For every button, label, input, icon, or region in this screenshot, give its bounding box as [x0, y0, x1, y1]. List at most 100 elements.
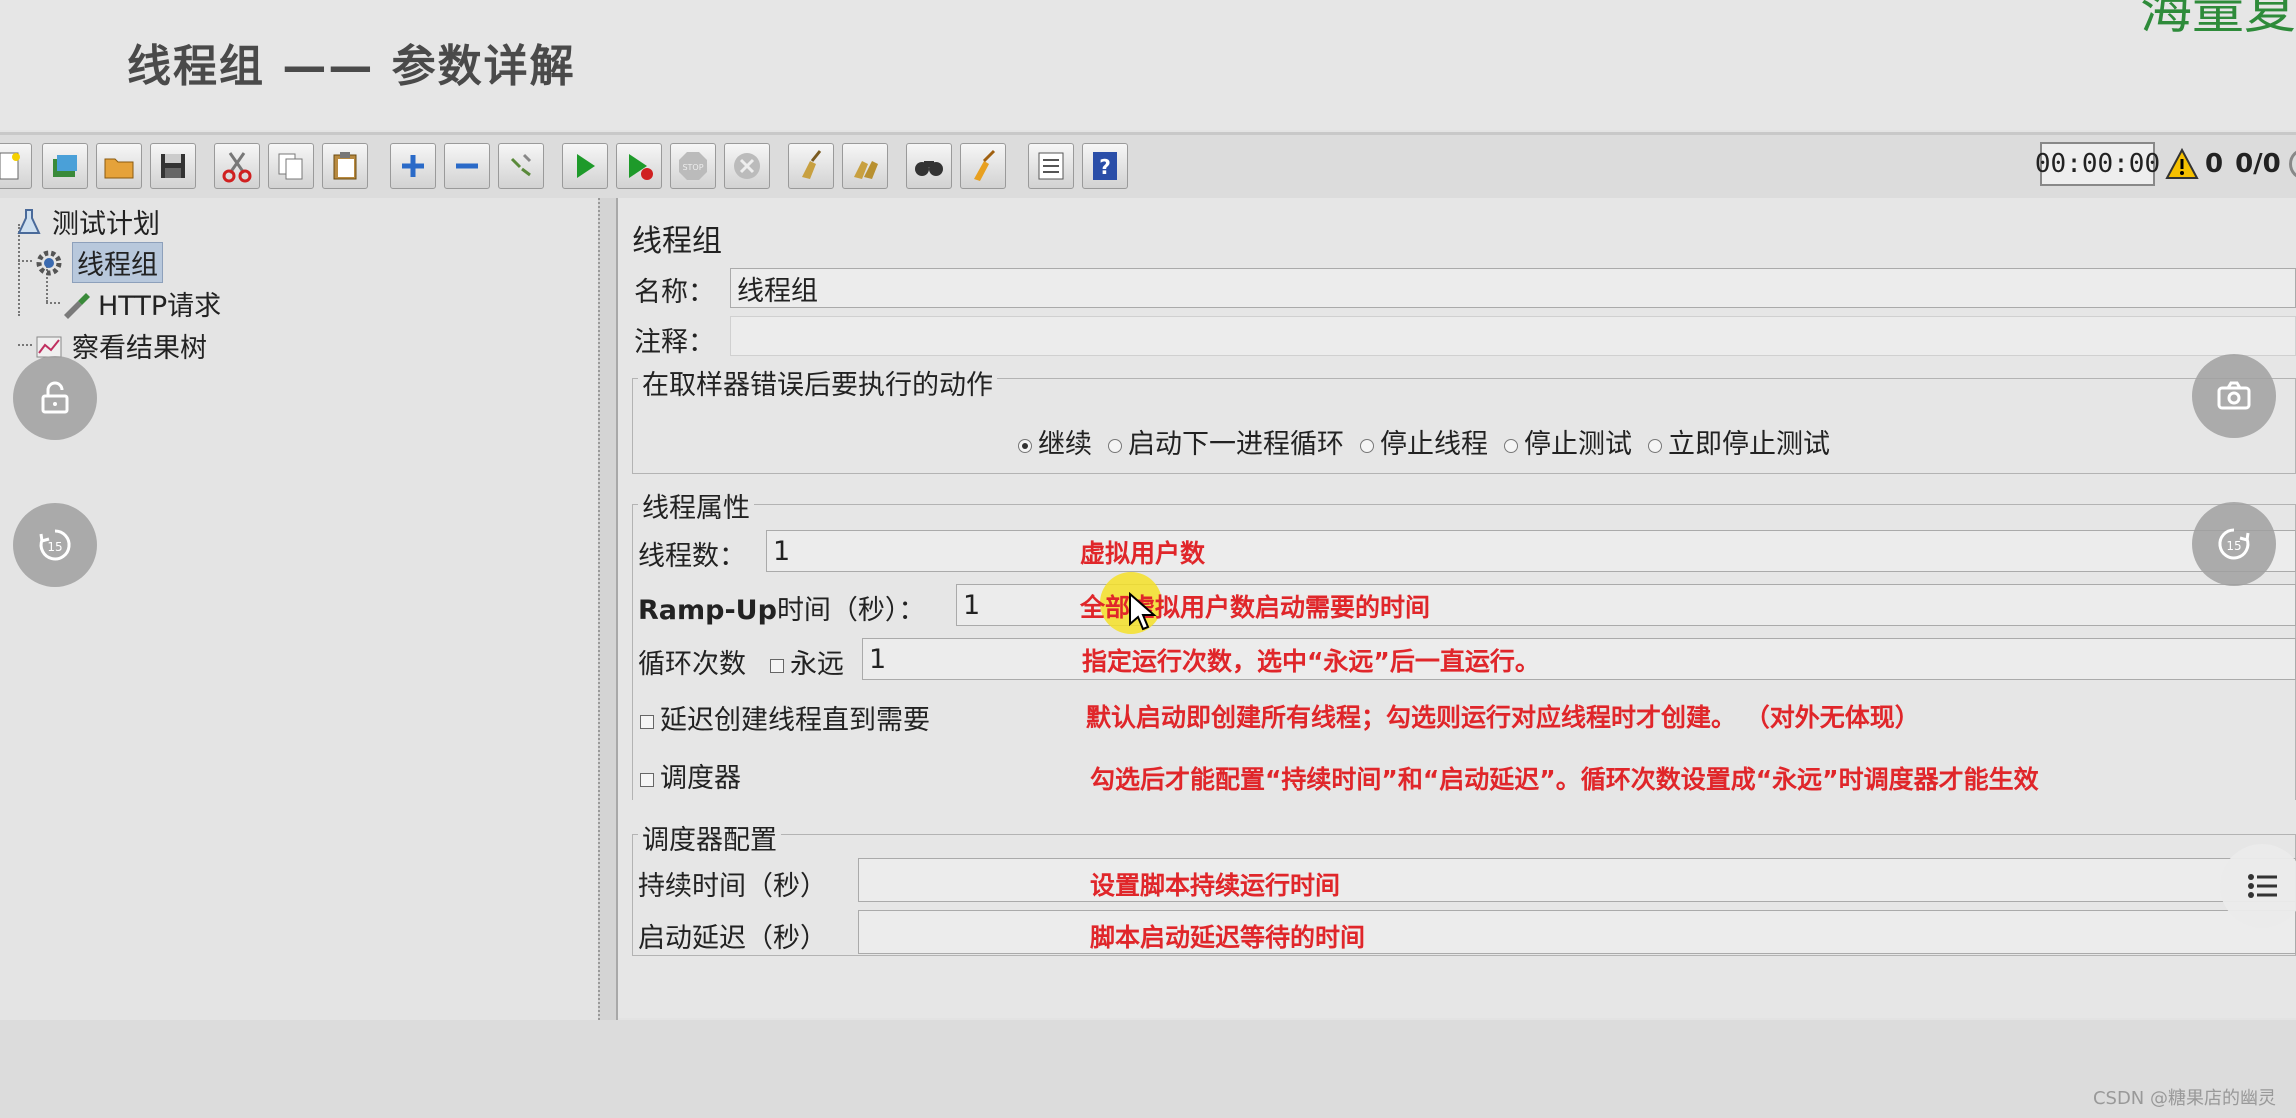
- radio-button[interactable]: [1108, 438, 1122, 453]
- tree-item-label: 察看结果树: [72, 333, 207, 364]
- test-plan-tree: 测试计划 线程组 HTTP请求 察看结果树: [0, 198, 598, 1020]
- checkbox[interactable]: [640, 714, 654, 729]
- unlock-icon: [41, 381, 69, 414]
- panel-splitter[interactable]: [598, 198, 618, 1020]
- svg-text:15: 15: [47, 540, 62, 554]
- status-indicators: 0 0/0: [2165, 142, 2296, 186]
- annotation-scheduler: 勾选后才能配置“持续时间”和“启动延迟”。循环次数设置成“永远”时调度器才能生效: [1090, 765, 2039, 794]
- radio-button[interactable]: [1360, 438, 1374, 453]
- error-action-options: 继续 启动下一进程循环 停止线程 停止测试 立即停止测试: [1018, 422, 1830, 461]
- pipette-icon: [64, 292, 90, 319]
- delay-thread-creation-checkbox[interactable]: 延迟创建线程直到需要: [640, 698, 930, 737]
- watermark: CSDN @糖果店的幽灵: [2092, 1088, 2276, 1109]
- thread-group-config: 线程组 名称： 线程组 注释： 在取样器错误后要执行的动作 继续 启动下一进程循…: [618, 198, 2296, 1018]
- comment-input[interactable]: [730, 316, 2296, 356]
- forward-15-button[interactable]: 15: [2192, 502, 2276, 586]
- radio-start-next-loop[interactable]: 启动下一进程循环: [1108, 422, 1344, 461]
- threads-input[interactable]: 1: [766, 530, 2296, 572]
- toggle-icon[interactable]: [498, 143, 544, 189]
- rewind-15-icon: 15: [39, 529, 71, 561]
- error-action-legend: 在取样器错误后要执行的动作: [638, 363, 997, 402]
- panel-title: 线程组: [632, 224, 722, 259]
- playlist-button[interactable]: [2220, 844, 2296, 928]
- comment-label: 注释：: [634, 327, 715, 358]
- stop-icon[interactable]: STOP: [670, 143, 716, 189]
- forever-checkbox[interactable]: 永远: [770, 642, 844, 681]
- tree-item-label: HTTP请求: [98, 291, 222, 322]
- annotation-loop: 指定运行次数，选中“永远”后一直运行。: [1082, 647, 1540, 676]
- svg-text:STOP: STOP: [682, 163, 703, 172]
- tree-item-thread-group[interactable]: 线程组: [34, 242, 163, 283]
- expand-icon[interactable]: [390, 143, 436, 189]
- radio-button[interactable]: [1018, 438, 1032, 453]
- slide-title: 线程组 —— 参数详解: [127, 41, 576, 92]
- list-icon: [2248, 874, 2277, 898]
- startup-delay-input[interactable]: [858, 910, 2296, 954]
- new-icon[interactable]: [0, 143, 32, 189]
- tree-item-test-plan[interactable]: 测试计划: [14, 202, 160, 241]
- duration-label: 持续时间（秒）: [638, 871, 827, 902]
- rewind-15-button[interactable]: 15: [13, 503, 97, 587]
- annotation-delay: 默认启动即创建所有线程；勾选则运行对应线程时才创建。 （对外无体现）: [1086, 703, 1920, 732]
- scheduler-checkbox[interactable]: 调度器: [640, 756, 741, 795]
- annotation-threads: 虚拟用户数: [1080, 539, 1206, 568]
- start-no-pause-icon[interactable]: [616, 143, 662, 189]
- copy-icon[interactable]: [268, 143, 314, 189]
- radio-button[interactable]: [1648, 438, 1662, 453]
- start-icon[interactable]: [562, 143, 608, 189]
- radio-continue[interactable]: 继续: [1018, 422, 1092, 461]
- mouse-cursor-icon: [1129, 592, 1157, 631]
- tree-connector: [46, 302, 60, 304]
- tree-item-label: 测试计划: [52, 209, 160, 240]
- shutdown-icon[interactable]: [724, 143, 770, 189]
- tree-connector: [18, 260, 32, 262]
- camera-icon: [2217, 381, 2251, 410]
- radio-button[interactable]: [1504, 438, 1518, 453]
- flask-icon: [17, 208, 41, 234]
- annotation-duration: 设置脚本持续运行时间: [1090, 871, 1341, 900]
- thread-props-legend: 线程属性: [638, 486, 754, 525]
- warning-icon[interactable]: [2165, 147, 2199, 181]
- clear-icon[interactable]: [788, 143, 834, 189]
- radio-stop-test[interactable]: 停止测试: [1504, 422, 1632, 461]
- cut-icon[interactable]: [214, 143, 260, 189]
- annotation-startup-delay: 脚本启动延迟等待的时间: [1090, 923, 1366, 952]
- svg-text:15: 15: [2226, 539, 2241, 553]
- search-icon[interactable]: [906, 143, 952, 189]
- lock-button[interactable]: [13, 356, 97, 440]
- main-toolbar: STOP ?: [0, 132, 2296, 203]
- active-threads: 0/0: [2235, 149, 2281, 179]
- slide-corner-text: 海量复: [2139, 0, 2296, 41]
- function-helper-icon[interactable]: [1028, 143, 1074, 189]
- screenshot-button[interactable]: [2192, 354, 2276, 438]
- gear-icon: [36, 250, 62, 275]
- threads-label: 线程数：: [638, 541, 746, 572]
- duration-input[interactable]: [858, 858, 2296, 902]
- help-icon[interactable]: ?: [1082, 143, 1128, 189]
- tree-item-http-request[interactable]: HTTP请求: [60, 284, 221, 323]
- thread-status-icon: [2288, 148, 2296, 180]
- templates-icon[interactable]: [42, 143, 88, 189]
- svg-text:?: ?: [1099, 155, 1111, 179]
- radio-stop-test-now[interactable]: 立即停止测试: [1648, 422, 1830, 461]
- paste-icon[interactable]: [322, 143, 368, 189]
- scheduler-config-legend: 调度器配置: [638, 818, 781, 857]
- checkbox[interactable]: [640, 772, 654, 787]
- loop-count-input[interactable]: 1: [862, 638, 2296, 680]
- warning-count: 0: [2205, 149, 2224, 179]
- elapsed-timer: 00:00:00: [2035, 142, 2160, 186]
- loop-count-label: 循环次数: [638, 649, 746, 680]
- clear-all-icon[interactable]: [842, 143, 888, 189]
- forward-15-icon: 15: [2218, 528, 2250, 560]
- reset-search-icon[interactable]: [960, 143, 1006, 189]
- open-icon[interactable]: [96, 143, 142, 189]
- collapse-icon[interactable]: [444, 143, 490, 189]
- radio-stop-thread[interactable]: 停止线程: [1360, 422, 1488, 461]
- name-input[interactable]: 线程组: [730, 268, 2296, 308]
- save-icon[interactable]: [150, 143, 196, 189]
- bottom-strip: [0, 1020, 2296, 1118]
- rampup-label: Ramp-Up时间（秒）：: [638, 595, 926, 626]
- startup-delay-label: 启动延迟（秒）: [638, 923, 827, 954]
- checkbox[interactable]: [770, 658, 784, 673]
- slide-header: 线程组 —— 参数详解 海量复: [0, 0, 2296, 130]
